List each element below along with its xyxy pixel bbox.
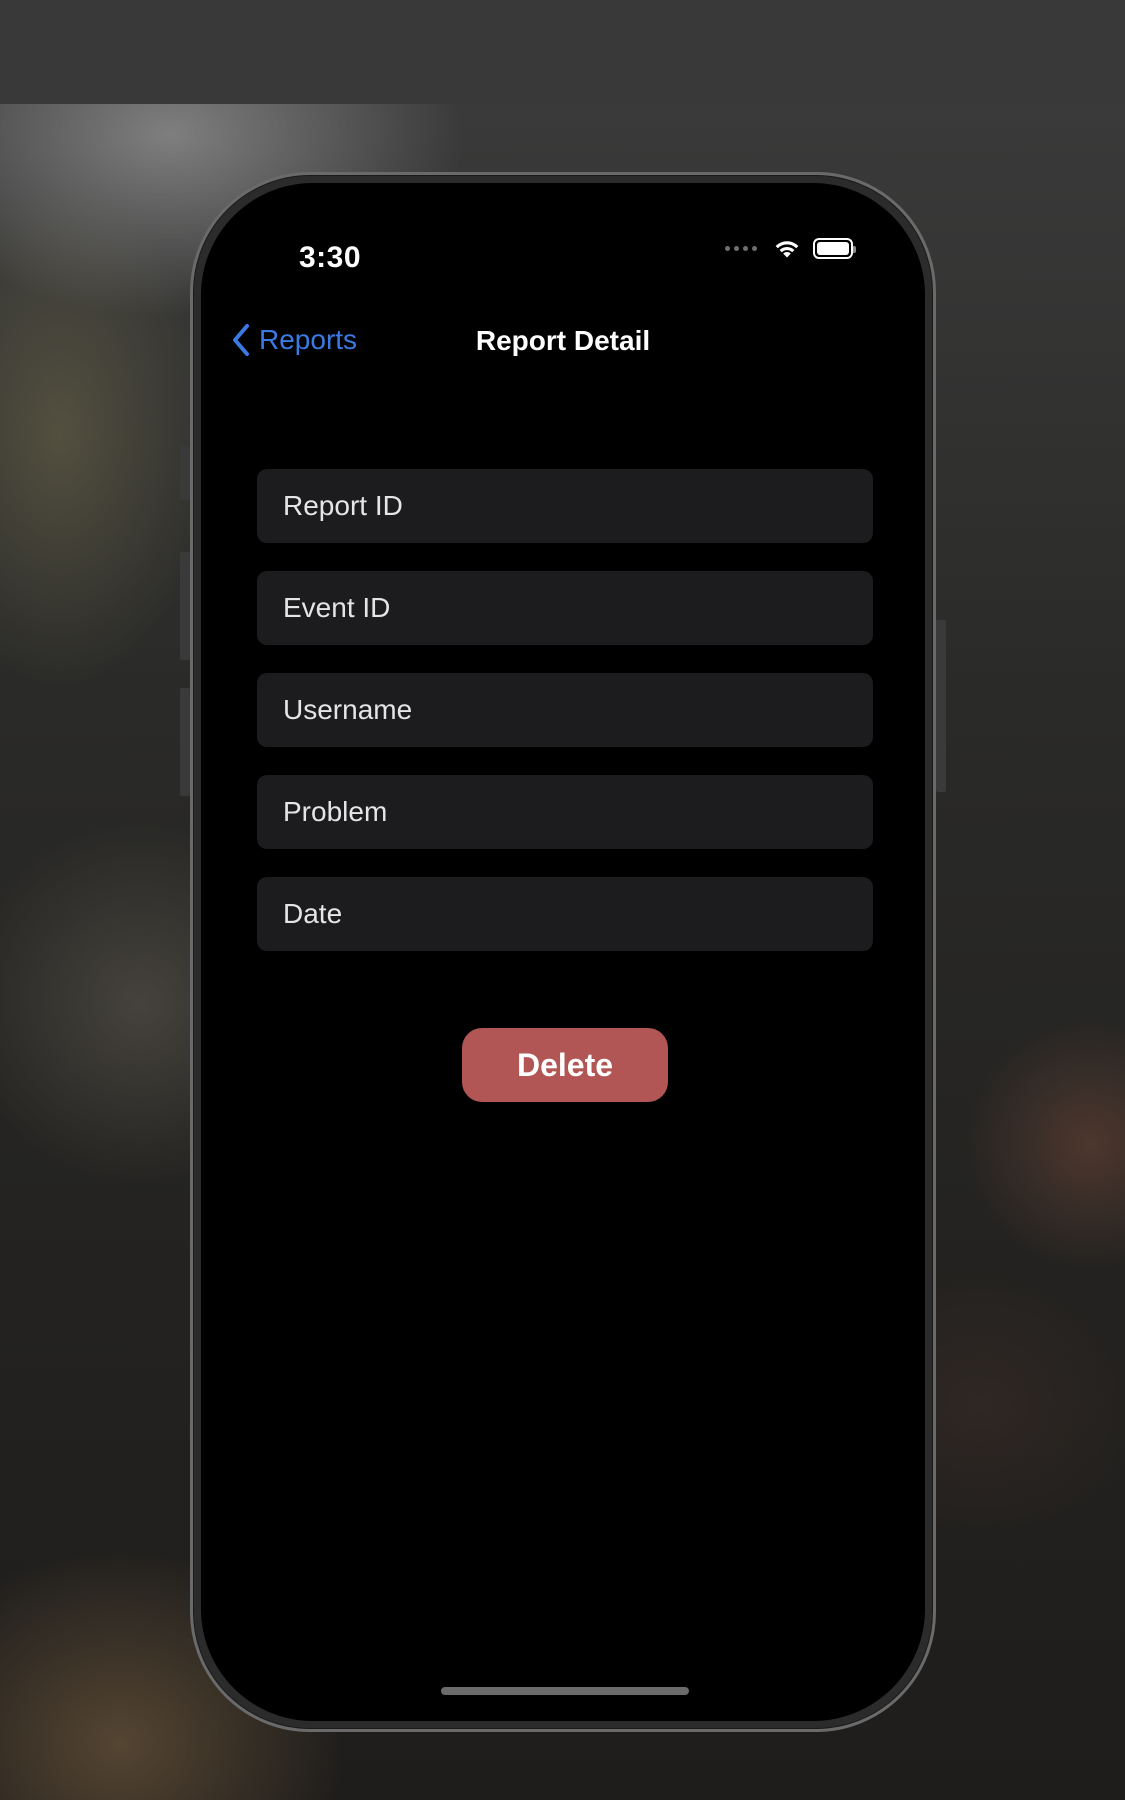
report-id-field[interactable] (257, 469, 873, 543)
username-field[interactable] (257, 673, 873, 747)
delete-button[interactable]: Delete (462, 1028, 668, 1102)
status-icons (725, 237, 856, 259)
report-form (257, 469, 873, 979)
event-id-input[interactable] (283, 592, 873, 624)
problem-field[interactable] (257, 775, 873, 849)
phone-screen: 3:30 Reports Report Detail Report ID Eve… (201, 183, 925, 1721)
cellular-signal-icon (725, 245, 757, 251)
mute-switch (180, 446, 190, 500)
power-button (936, 620, 946, 792)
wifi-icon (775, 241, 799, 258)
date-field[interactable] (257, 877, 873, 951)
report-id-input[interactable] (283, 490, 873, 522)
username-input[interactable] (283, 694, 873, 726)
event-id-field[interactable] (257, 571, 873, 645)
volume-down-button (180, 688, 190, 796)
navigation-bar: Reports Report Detail (201, 313, 925, 373)
problem-input[interactable] (283, 796, 873, 828)
date-input[interactable] (283, 898, 873, 930)
volume-up-button (180, 552, 190, 660)
window-top-bar (0, 0, 1125, 104)
status-time: 3:30 (299, 241, 362, 274)
battery-icon (813, 237, 856, 259)
home-indicator[interactable] (441, 1687, 689, 1695)
phone-frame: 3:30 Reports Report Detail Report ID Eve… (190, 172, 936, 1732)
page-title: Report Detail (475, 325, 651, 356)
